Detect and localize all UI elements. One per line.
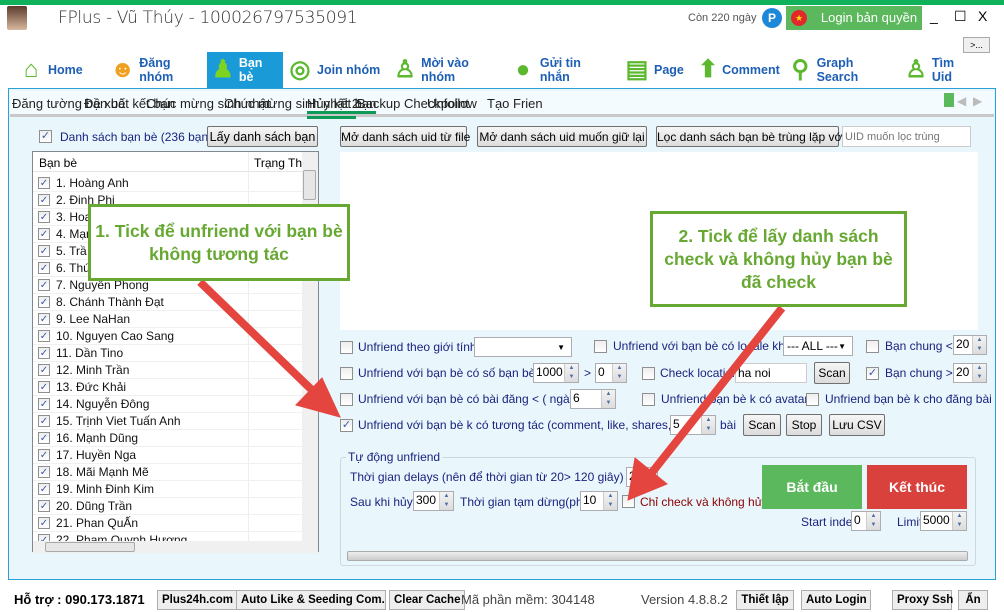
callout-one: 1. Tick để unfriend với bạn bè không tươ… (88, 204, 350, 281)
callout-two: 2. Tick để lấy danh sách check và không … (650, 211, 907, 307)
arrow-one (197, 279, 341, 418)
arrow-two (627, 305, 786, 501)
